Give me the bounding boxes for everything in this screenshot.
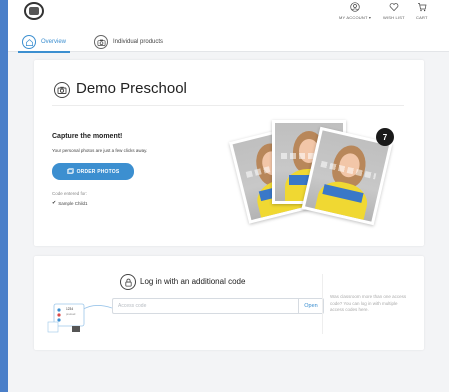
site-logo[interactable] xyxy=(24,2,44,20)
cart-icon xyxy=(417,2,427,12)
capture-subtitle: Your personal photos are just a few clic… xyxy=(52,148,148,153)
home-icon xyxy=(22,35,36,49)
checkmark-icon: ✔ xyxy=(52,200,57,206)
wish-list-label: WISH LIST xyxy=(383,15,405,20)
tab-individual-products-label: Individual products xyxy=(113,39,164,45)
access-card-illustration: 1234 preload xyxy=(47,303,112,333)
tab-bar: Overview Individual products xyxy=(8,30,449,53)
login-card: 1234 preload Log in with an additional c… xyxy=(34,256,424,350)
order-photos-button[interactable]: ORDER PHOTOS xyxy=(52,163,134,180)
access-code-input[interactable] xyxy=(112,298,298,314)
cart-label: CART xyxy=(416,15,428,20)
photo-count-badge: 7 xyxy=(376,128,394,146)
tab-overview[interactable]: Overview xyxy=(17,33,71,53)
tab-individual-products[interactable]: Individual products xyxy=(94,33,163,51)
child-entry: ✔ Sample Child1 xyxy=(52,200,87,206)
school-card: Demo Preschool Capture the moment! Your … xyxy=(34,60,424,246)
divider xyxy=(52,105,404,106)
login-title: Log in with an additional code xyxy=(140,277,246,286)
photos-icon xyxy=(66,168,74,174)
photo-stack[interactable]: 7 xyxy=(224,114,404,226)
tab-overview-label: Overview xyxy=(41,39,67,45)
my-account-link[interactable]: MY ACCOUNT ▾ xyxy=(339,2,371,20)
school-title: Demo Preschool xyxy=(76,80,187,97)
camera-icon xyxy=(94,35,108,49)
heart-icon xyxy=(389,2,399,12)
app-window: MY ACCOUNT ▾ WISH LIST CART Overview Ind… xyxy=(8,0,449,392)
wish-list-link[interactable]: WISH LIST xyxy=(383,2,405,20)
user-icon xyxy=(350,2,360,12)
illustration-card-sublabel: preload xyxy=(66,312,76,316)
lock-icon xyxy=(120,274,136,290)
open-button[interactable]: Open xyxy=(298,298,324,314)
cart-link[interactable]: CART xyxy=(416,2,428,20)
child-name: Sample Child1 xyxy=(58,200,88,206)
code-entered-label: Code entered for: xyxy=(52,191,88,196)
divider xyxy=(322,274,323,334)
chevron-down-icon: ▾ xyxy=(368,15,372,20)
camera-icon xyxy=(54,82,70,98)
help-text: Was classroom more than one access code?… xyxy=(330,294,407,312)
top-bar: MY ACCOUNT ▾ WISH LIST CART xyxy=(8,0,449,30)
order-photos-label: ORDER PHOTOS xyxy=(76,168,120,175)
my-account-label: MY ACCOUNT xyxy=(339,15,368,20)
illustration-card-label: 1234 xyxy=(66,307,73,311)
capture-title: Capture the moment! xyxy=(52,133,123,140)
